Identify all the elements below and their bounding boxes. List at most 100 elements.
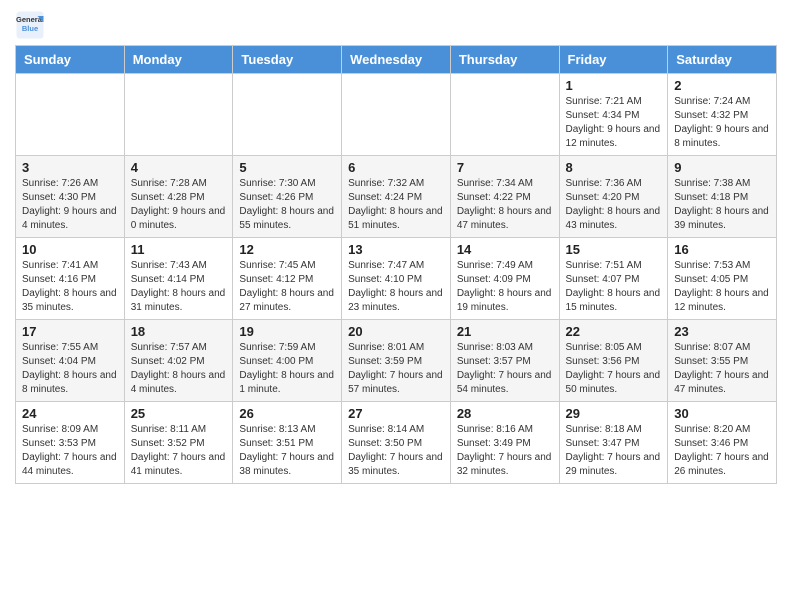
calendar-week-row: 24Sunrise: 8:09 AM Sunset: 3:53 PM Dayli… — [16, 402, 777, 484]
calendar-cell: 25Sunrise: 8:11 AM Sunset: 3:52 PM Dayli… — [124, 402, 233, 484]
page-container: General Blue SundayMondayTuesdayWednesda… — [0, 0, 792, 494]
calendar-cell: 18 Sunrise: 7:57 AM Sunset: 4:02 PM Dayli… — [124, 320, 233, 402]
day-number: 11 — [131, 242, 227, 257]
calendar-cell: 26 Sunrise: 8:13 AM Sunset: 3:51 PM Dayli… — [233, 402, 342, 484]
day-info: Sunrise: 7:38 AM Sunset: 4:18 PM Dayligh… — [674, 177, 770, 233]
day-number: 13 — [348, 242, 444, 257]
day-info: Sunrise: 8:05 AM Sunset: 3:56 PM Dayligh… — [566, 341, 662, 397]
day-info: Sunrise: 8:14 AM Sunset: 3:50 PM Dayligh… — [348, 423, 444, 479]
calendar-cell — [16, 74, 125, 156]
day-info: Sunrise: 8:11 AM Sunset: 3:52 PM Dayligh… — [131, 423, 227, 479]
page-header: General Blue — [15, 10, 777, 40]
day-number: 21 — [457, 324, 553, 339]
day-number: 5 — [239, 160, 335, 175]
calendar-header-row: SundayMondayTuesdayWednesdayThursdayFrid… — [16, 46, 777, 74]
day-info: Sunrise: 8:07 AM Sunset: 3:55 PM Dayligh… — [674, 341, 770, 397]
day-info: Sunrise: 7:51 AM Sunset: 4:07 PM Dayligh… — [566, 259, 662, 315]
calendar-cell — [450, 74, 559, 156]
day-info: Sunrise: 7:26 AM Sunset: 4:30 PM Dayligh… — [22, 177, 118, 233]
day-number: 30 — [674, 406, 770, 421]
day-info: Sunrise: 8:18 AM Sunset: 3:47 PM Dayligh… — [566, 423, 662, 479]
day-number: 4 — [131, 160, 227, 175]
calendar-cell: 24Sunrise: 8:09 AM Sunset: 3:53 PM Dayli… — [16, 402, 125, 484]
calendar-cell: 15 Sunrise: 7:51 AM Sunset: 4:07 PM Dayli… — [559, 238, 668, 320]
calendar-cell: 29 Sunrise: 8:18 AM Sunset: 3:47 PM Dayli… — [559, 402, 668, 484]
calendar-day-header: Monday — [124, 46, 233, 74]
day-info: Sunrise: 7:41 AM Sunset: 4:16 PM Dayligh… — [22, 259, 118, 315]
calendar-cell: 22 Sunrise: 8:05 AM Sunset: 3:56 PM Dayli… — [559, 320, 668, 402]
calendar-body: 1 Sunrise: 7:21 AM Sunset: 4:34 PM Daylig… — [16, 74, 777, 484]
day-number: 27 — [348, 406, 444, 421]
day-info: Sunrise: 7:47 AM Sunset: 4:10 PM Dayligh… — [348, 259, 444, 315]
calendar-cell: 27 Sunrise: 8:14 AM Sunset: 3:50 PM Dayli… — [342, 402, 451, 484]
calendar-cell: 10 Sunrise: 7:41 AM Sunset: 4:16 PM Dayli… — [16, 238, 125, 320]
day-number: 23 — [674, 324, 770, 339]
day-number: 14 — [457, 242, 553, 257]
day-info: Sunrise: 7:28 AM Sunset: 4:28 PM Dayligh… — [131, 177, 227, 233]
calendar-week-row: 3Sunrise: 7:26 AM Sunset: 4:30 PM Daylig… — [16, 156, 777, 238]
day-number: 16 — [674, 242, 770, 257]
day-number: 20 — [348, 324, 444, 339]
day-info: Sunrise: 7:34 AM Sunset: 4:22 PM Dayligh… — [457, 177, 553, 233]
calendar-cell: 14Sunrise: 7:49 AM Sunset: 4:09 PM Dayli… — [450, 238, 559, 320]
day-info: Sunrise: 7:59 AM Sunset: 4:00 PM Dayligh… — [239, 341, 335, 397]
calendar-cell: 30 Sunrise: 8:20 AM Sunset: 3:46 PM Dayli… — [668, 402, 777, 484]
day-number: 17 — [22, 324, 118, 339]
calendar-cell — [233, 74, 342, 156]
day-number: 7 — [457, 160, 553, 175]
day-number: 10 — [22, 242, 118, 257]
calendar-cell — [124, 74, 233, 156]
day-number: 18 — [131, 324, 227, 339]
day-number: 15 — [566, 242, 662, 257]
calendar-day-header: Friday — [559, 46, 668, 74]
calendar-week-row: 17 Sunrise: 7:55 AM Sunset: 4:04 PM Dayli… — [16, 320, 777, 402]
calendar-cell: 9 Sunrise: 7:38 AM Sunset: 4:18 PM Daylig… — [668, 156, 777, 238]
day-info: Sunrise: 7:53 AM Sunset: 4:05 PM Dayligh… — [674, 259, 770, 315]
day-info: Sunrise: 7:24 AM Sunset: 4:32 PM Dayligh… — [674, 95, 770, 151]
day-number: 1 — [566, 78, 662, 93]
calendar-cell: 5Sunrise: 7:30 AM Sunset: 4:26 PM Daylig… — [233, 156, 342, 238]
day-info: Sunrise: 7:36 AM Sunset: 4:20 PM Dayligh… — [566, 177, 662, 233]
calendar-cell: 11 Sunrise: 7:43 AM Sunset: 4:14 PM Dayli… — [124, 238, 233, 320]
day-info: Sunrise: 8:20 AM Sunset: 3:46 PM Dayligh… — [674, 423, 770, 479]
day-number: 12 — [239, 242, 335, 257]
calendar-cell: 2 Sunrise: 7:24 AM Sunset: 4:32 PM Daylig… — [668, 74, 777, 156]
day-info: Sunrise: 7:45 AM Sunset: 4:12 PM Dayligh… — [239, 259, 335, 315]
calendar-cell — [342, 74, 451, 156]
calendar-header: SundayMondayTuesdayWednesdayThursdayFrid… — [16, 46, 777, 74]
day-number: 26 — [239, 406, 335, 421]
day-info: Sunrise: 8:01 AM Sunset: 3:59 PM Dayligh… — [348, 341, 444, 397]
calendar-cell: 19Sunrise: 7:59 AM Sunset: 4:00 PM Dayli… — [233, 320, 342, 402]
calendar-cell: 21 Sunrise: 8:03 AM Sunset: 3:57 PM Dayli… — [450, 320, 559, 402]
day-info: Sunrise: 7:57 AM Sunset: 4:02 PM Dayligh… — [131, 341, 227, 397]
day-info: Sunrise: 8:13 AM Sunset: 3:51 PM Dayligh… — [239, 423, 335, 479]
calendar-cell: 12 Sunrise: 7:45 AM Sunset: 4:12 PM Dayli… — [233, 238, 342, 320]
day-number: 6 — [348, 160, 444, 175]
svg-text:Blue: Blue — [22, 24, 38, 33]
calendar-cell: 8Sunrise: 7:36 AM Sunset: 4:20 PM Daylig… — [559, 156, 668, 238]
calendar-cell: 20 Sunrise: 8:01 AM Sunset: 3:59 PM Dayli… — [342, 320, 451, 402]
calendar-week-row: 10 Sunrise: 7:41 AM Sunset: 4:16 PM Dayli… — [16, 238, 777, 320]
calendar-cell: 28Sunrise: 8:16 AM Sunset: 3:49 PM Dayli… — [450, 402, 559, 484]
calendar-day-header: Thursday — [450, 46, 559, 74]
calendar-day-header: Tuesday — [233, 46, 342, 74]
day-number: 22 — [566, 324, 662, 339]
day-info: Sunrise: 7:43 AM Sunset: 4:14 PM Dayligh… — [131, 259, 227, 315]
day-info: Sunrise: 7:21 AM Sunset: 4:34 PM Dayligh… — [566, 95, 662, 151]
day-number: 2 — [674, 78, 770, 93]
calendar-day-header: Wednesday — [342, 46, 451, 74]
day-info: Sunrise: 8:16 AM Sunset: 3:49 PM Dayligh… — [457, 423, 553, 479]
calendar-cell: 6Sunrise: 7:32 AM Sunset: 4:24 PM Daylig… — [342, 156, 451, 238]
day-info: Sunrise: 8:03 AM Sunset: 3:57 PM Dayligh… — [457, 341, 553, 397]
calendar-cell: 16 Sunrise: 7:53 AM Sunset: 4:05 PM Dayli… — [668, 238, 777, 320]
day-number: 9 — [674, 160, 770, 175]
day-info: Sunrise: 7:55 AM Sunset: 4:04 PM Dayligh… — [22, 341, 118, 397]
calendar-table: SundayMondayTuesdayWednesdayThursdayFrid… — [15, 45, 777, 484]
calendar-cell: 17 Sunrise: 7:55 AM Sunset: 4:04 PM Dayli… — [16, 320, 125, 402]
day-number: 29 — [566, 406, 662, 421]
calendar-cell: 7 Sunrise: 7:34 AM Sunset: 4:22 PM Daylig… — [450, 156, 559, 238]
calendar-cell: 4 Sunrise: 7:28 AM Sunset: 4:28 PM Daylig… — [124, 156, 233, 238]
calendar-cell: 1 Sunrise: 7:21 AM Sunset: 4:34 PM Daylig… — [559, 74, 668, 156]
calendar-day-header: Sunday — [16, 46, 125, 74]
calendar-cell: 3Sunrise: 7:26 AM Sunset: 4:30 PM Daylig… — [16, 156, 125, 238]
